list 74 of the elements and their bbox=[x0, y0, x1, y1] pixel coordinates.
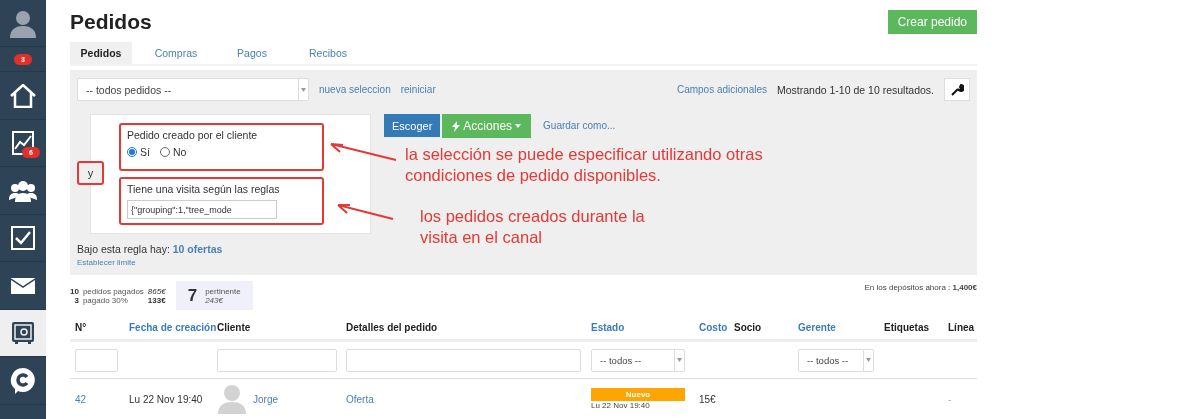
and-connector: y bbox=[77, 161, 104, 186]
client-avatar-icon bbox=[217, 384, 247, 414]
status-label: Nuevo bbox=[591, 388, 685, 401]
filter-field[interactable] bbox=[217, 348, 337, 372]
extra-fields-link[interactable]: Campos adicionales bbox=[676, 84, 767, 96]
filter-field[interactable] bbox=[346, 348, 581, 372]
annotation-text: los pedidos creados durante la visita en el canal bbox=[420, 206, 646, 249]
save-as-link[interactable]: Guardar como... bbox=[543, 120, 616, 132]
filter-dropdown[interactable]: -- todos -- bbox=[591, 348, 685, 372]
column-header: Etiquetas bbox=[879, 310, 943, 342]
date-cell-text: Lu 22 Nov 19:40 bbox=[128, 392, 204, 407]
radio-option[interactable]: No bbox=[159, 146, 187, 159]
order-number-link[interactable]: 42 bbox=[75, 393, 87, 405]
radio-option[interactable]: Sí bbox=[127, 146, 150, 159]
result-summary: Bajo esta regla hay: 10 ofertas bbox=[77, 243, 224, 256]
paid-count: 10 bbox=[70, 286, 79, 296]
checkbox-icon[interactable] bbox=[11, 226, 35, 250]
create-order-button[interactable]: Crear pedido bbox=[887, 10, 977, 35]
line-cell-text: - bbox=[947, 392, 953, 407]
paid-count: 3 bbox=[73, 295, 79, 305]
user-avatar-icon[interactable] bbox=[8, 8, 38, 38]
results-count: Mostrando 1-10 de 10 resultados. bbox=[777, 83, 934, 96]
filter-link[interactable]: reiniciar bbox=[400, 84, 436, 96]
column-header[interactable]: Costo bbox=[694, 310, 729, 342]
column-header: N° bbox=[70, 310, 124, 342]
status-date: Lu 22 Nov 19:40 bbox=[591, 401, 651, 410]
selection-dropdown[interactable]: -- todos pedidos -- bbox=[77, 78, 309, 102]
caret-icon bbox=[301, 87, 306, 92]
choose-button[interactable]: Escoger bbox=[384, 114, 441, 138]
order-details-link[interactable]: Oferta bbox=[346, 393, 374, 405]
annotation-text: la selección se puede especificar utilizando otras condiciones de pedido disponibles. bbox=[405, 144, 764, 187]
pertinent-count: 7 bbox=[187, 285, 198, 306]
chat-logo-icon[interactable] bbox=[10, 366, 36, 395]
caret-icon bbox=[866, 358, 871, 362]
page-title: Pedidos bbox=[70, 10, 152, 35]
column-header: Socio bbox=[729, 310, 793, 342]
client-link[interactable]: Jorge bbox=[253, 393, 278, 405]
paid-label: pagado 30% bbox=[82, 295, 128, 305]
paid-amount: 133€ bbox=[147, 295, 166, 305]
annotation-arrow bbox=[330, 143, 397, 162]
pertinent-label: pertinente bbox=[205, 286, 241, 296]
paid-amount: 865€ bbox=[147, 286, 166, 296]
deposits-summary: En los depósitos ahora : 1,400€ bbox=[864, 283, 977, 293]
filter-link[interactable]: nueva seleccion bbox=[319, 84, 391, 96]
column-header[interactable]: Estado bbox=[586, 310, 694, 342]
safe-icon[interactable] bbox=[11, 321, 35, 345]
filter-field[interactable] bbox=[75, 348, 118, 372]
offers-link[interactable]: 10 ofertas bbox=[172, 243, 223, 256]
home-icon[interactable] bbox=[10, 83, 36, 108]
caret-icon bbox=[677, 358, 682, 362]
tab[interactable]: Compras bbox=[138, 42, 214, 65]
filter-dropdown[interactable]: -- todos -- bbox=[798, 348, 874, 372]
caret-icon bbox=[515, 124, 522, 129]
set-limit-link[interactable]: Establecer limite bbox=[77, 258, 970, 268]
mail-icon[interactable] bbox=[11, 277, 35, 294]
tab[interactable]: Recibos bbox=[290, 42, 366, 65]
paid-label: pedidos pagados bbox=[82, 286, 144, 296]
condition-label: Tiene una visita según las reglas bbox=[127, 183, 281, 196]
column-header: Línea bbox=[943, 310, 977, 342]
people-icon[interactable] bbox=[9, 179, 37, 202]
condition-label: Pedido creado por el cliente bbox=[127, 129, 259, 142]
annotation-arrow bbox=[337, 204, 394, 221]
column-header: Detalles del pedido bbox=[341, 310, 586, 342]
tab[interactable]: Pedidos bbox=[70, 42, 132, 65]
tab[interactable]: Pagos bbox=[214, 42, 290, 65]
actions-button[interactable]: Acciones bbox=[442, 114, 532, 139]
chart-icon[interactable] bbox=[12, 131, 34, 155]
cost-cell-text: 15€ bbox=[698, 392, 717, 407]
rules-field[interactable]: {"grouping":1,"tree_mode bbox=[127, 200, 277, 220]
wrench-icon bbox=[950, 83, 964, 97]
column-header[interactable]: Gerente bbox=[793, 310, 879, 342]
pertinent-amount: 243€ bbox=[205, 295, 223, 305]
lightning-icon bbox=[452, 120, 461, 132]
settings-button[interactable] bbox=[944, 78, 970, 102]
